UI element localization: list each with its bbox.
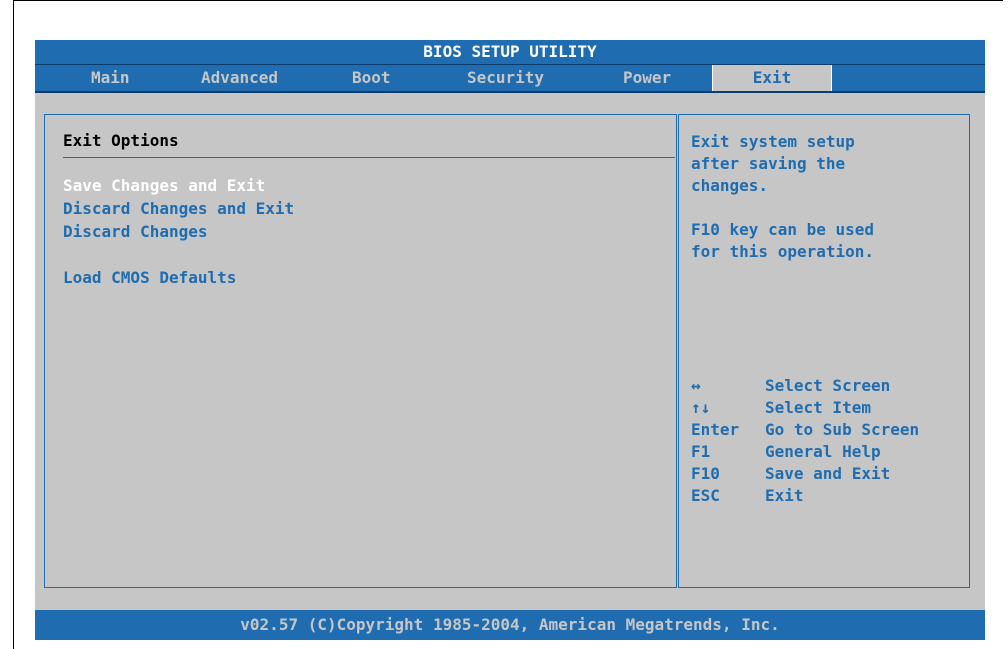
tab-security[interactable]: Security (467, 65, 544, 91)
bios-window: BIOS SETUP UTILITY Main Advanced Boot Se… (35, 40, 985, 640)
option-discard-changes[interactable]: Discard Changes (63, 222, 208, 241)
help-panel: Exit system setup after saving the chang… (678, 114, 970, 588)
key-action: General Help (765, 442, 881, 461)
tab-main[interactable]: Main (91, 65, 130, 91)
key-row: F10 Save and Exit (691, 463, 967, 485)
key-row: F1 General Help (691, 441, 967, 463)
tab-advanced[interactable]: Advanced (201, 65, 278, 91)
key-row: ESC Exit (691, 485, 967, 507)
key-row: ↔ Select Screen (691, 375, 967, 397)
tab-boot[interactable]: Boot (352, 65, 391, 91)
tab-exit[interactable]: Exit (712, 65, 832, 91)
option-save-changes-and-exit[interactable]: Save Changes and Exit (63, 176, 265, 195)
key-name: F1 (691, 442, 711, 461)
key-name: F10 (691, 464, 720, 483)
up-down-arrows-icon: ↑↓ (691, 398, 711, 417)
divider (63, 157, 675, 158)
content-area: Exit Options Save Changes and Exit Disca… (35, 93, 985, 610)
key-action: Save and Exit (765, 464, 891, 483)
section-title: Exit Options (63, 131, 179, 150)
key-legend: ↔ Select Screen ↑↓ Select Item Enter Go … (691, 375, 967, 507)
key-action: Go to Sub Screen (765, 420, 920, 439)
key-action: Select Screen (765, 376, 891, 395)
option-load-cmos-defaults[interactable]: Load CMOS Defaults (63, 268, 236, 287)
options-panel: Exit Options Save Changes and Exit Disca… (44, 114, 677, 588)
key-action: Exit (765, 486, 804, 505)
help-line: after saving the (691, 154, 846, 173)
copyright-footer: v02.57 (C)Copyright 1985-2004, American … (35, 610, 985, 640)
menu-bar: Main Advanced Boot Security Power Exit (35, 65, 985, 93)
key-action: Select Item (765, 398, 871, 417)
help-line: changes. (691, 176, 769, 195)
key-row: Enter Go to Sub Screen (691, 419, 967, 441)
left-right-arrows-icon: ↔ (691, 376, 701, 395)
key-name: ESC (691, 486, 720, 505)
key-row: ↑↓ Select Item (691, 397, 967, 419)
help-line: for this operation. (691, 242, 875, 261)
help-line: Exit system setup (691, 132, 855, 151)
key-name: Enter (691, 420, 740, 439)
bios-title: BIOS SETUP UTILITY (35, 40, 985, 65)
tab-power[interactable]: Power (623, 65, 671, 91)
help-line: F10 key can be used (691, 220, 875, 239)
option-discard-changes-and-exit[interactable]: Discard Changes and Exit (63, 199, 294, 218)
help-text: Exit system setup after saving the chang… (691, 131, 961, 285)
